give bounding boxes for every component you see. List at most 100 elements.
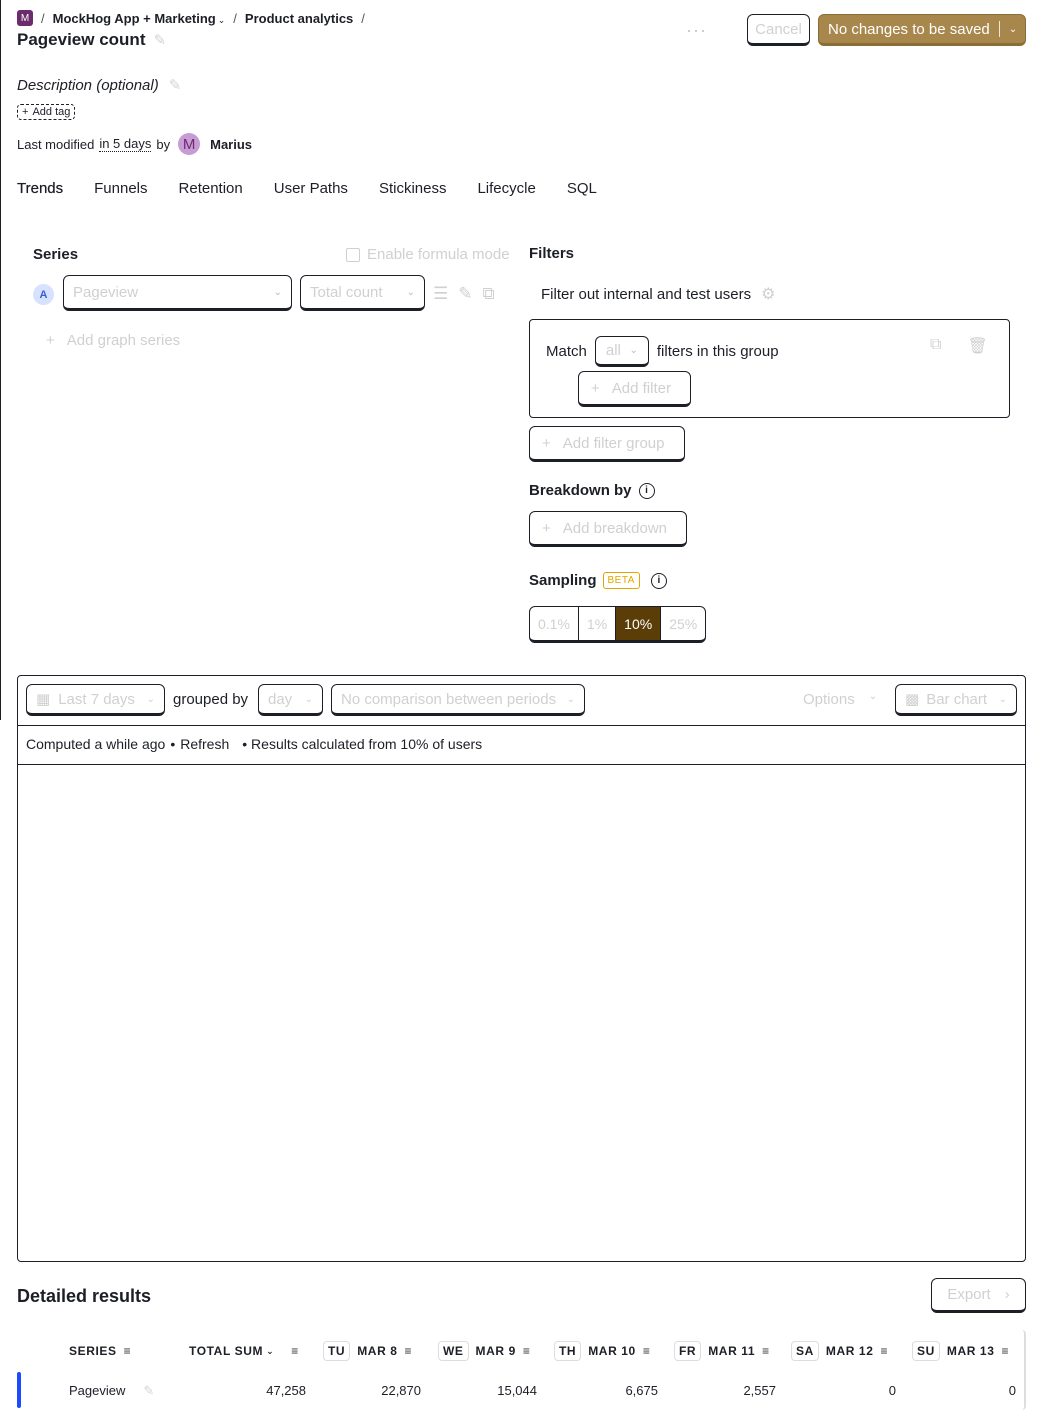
event-select[interactable]: Pageview ⌄ <box>63 275 292 311</box>
tab-retention[interactable]: Retention <box>179 180 243 197</box>
display-type-content: ▩ Bar chart <box>905 690 987 709</box>
filter-test-users[interactable]: Filter out internal and test users ⚙ <box>541 284 775 304</box>
date-range-select[interactable]: ▦ Last 7 days ⌄ <box>26 684 165 716</box>
sampling-option-1[interactable]: 1% <box>579 607 617 640</box>
filter-icon[interactable]: ☰ <box>433 284 448 304</box>
save-button[interactable]: No changes to be saved ⌄ <box>818 14 1026 46</box>
math-select[interactable]: Total count ⌄ <box>300 275 425 311</box>
trash-icon[interactable]: 🗑 <box>967 336 987 356</box>
breadcrumb-project[interactable]: MockHog App + Marketing ⌄ <box>53 11 226 26</box>
column-header-series[interactable]: SERIES ≡ <box>69 1343 131 1359</box>
gear-icon[interactable]: ⚙ <box>761 284 775 304</box>
column-header-day[interactable]: SU MAR 13 ≡ <box>912 1341 1010 1361</box>
sort-icon[interactable]: ≡ <box>405 1344 413 1358</box>
filter-test-users-label: Filter out internal and test users <box>541 285 752 303</box>
cell-value: 0 <box>888 1383 896 1398</box>
computed-status: Computed a while ago • Refresh • Results… <box>26 736 482 752</box>
add-filter-group-label: Add filter group <box>562 434 665 452</box>
column-header-day[interactable]: SA MAR 12 ≡ <box>791 1341 889 1361</box>
day-of-week: TH <box>554 1341 582 1361</box>
cell-value: 6,675 <box>625 1383 658 1398</box>
sampling-heading: Sampling BETA i <box>529 572 667 589</box>
pencil-icon[interactable]: ✎ <box>458 284 472 304</box>
day-of-week: SA <box>791 1341 819 1361</box>
sampling-note: • Results calculated from 10% of users <box>242 736 483 752</box>
pencil-icon[interactable]: ✎ <box>169 76 182 94</box>
match-select[interactable]: all ⌄ <box>594 336 649 367</box>
chevron-down-icon[interactable]: ⌄ <box>1009 24 1017 35</box>
sort-icon[interactable]: ≡ <box>881 1344 889 1358</box>
display-type-select[interactable]: ▩ Bar chart ⌄ <box>895 684 1017 716</box>
sampling-option-10[interactable]: 10% <box>616 607 662 640</box>
tab-funnels[interactable]: Funnels <box>94 180 147 197</box>
insight-title[interactable]: Pageview count <box>17 30 145 50</box>
add-filter-label: Add filter <box>611 379 671 397</box>
bullet: • <box>170 736 176 752</box>
modified-time: in 5 days <box>99 136 152 152</box>
add-tag-button[interactable]: + Add tag <box>17 104 76 120</box>
add-filter-group-button[interactable]: + Add filter group <box>529 426 685 462</box>
chevron-right-icon: › <box>1004 1286 1010 1303</box>
info-icon[interactable]: i <box>638 482 655 499</box>
chart-options-button[interactable]: Options ⌄ <box>803 691 877 708</box>
sort-icon[interactable]: ≡ <box>1002 1344 1010 1358</box>
duplicate-icon[interactable]: ⧉ <box>930 336 941 356</box>
sort-icon[interactable]: ≡ <box>124 1344 132 1358</box>
divider <box>17 725 1026 726</box>
plus-icon: + <box>22 106 29 118</box>
cancel-button[interactable]: Cancel <box>747 14 810 46</box>
plus-icon: + <box>542 434 551 452</box>
compare-select[interactable]: No comparison between periods ⌄ <box>331 684 585 716</box>
filter-group-actions: ⧉ 🗑 <box>930 336 988 356</box>
filters-heading: Filters <box>529 245 575 262</box>
chevron-down-icon: ⌄ <box>868 691 878 702</box>
column-header-day[interactable]: TH MAR 10 ≡ <box>554 1341 651 1361</box>
grouped-by-label: grouped by <box>173 691 249 708</box>
plus-icon: + <box>542 519 551 537</box>
series-heading: Series <box>33 246 79 263</box>
column-label: MAR 10 <box>588 1344 636 1358</box>
left-border <box>0 0 1 720</box>
tab-lifecycle[interactable]: Lifecycle <box>477 180 535 197</box>
chevron-down-icon: ⌄ <box>304 693 313 705</box>
export-button[interactable]: Export › <box>931 1278 1026 1313</box>
plus-icon: + <box>46 332 55 349</box>
column-label: MAR 11 <box>708 1344 756 1358</box>
sort-icon[interactable]: ≡ <box>523 1344 531 1358</box>
sort-icon[interactable]: ≡ <box>643 1344 651 1358</box>
duplicate-icon[interactable]: ⧉ <box>483 284 495 304</box>
formula-mode-toggle[interactable]: Enable formula mode <box>346 246 510 263</box>
add-breakdown-button[interactable]: + Add breakdown <box>529 511 687 547</box>
column-label: MAR 12 <box>825 1344 874 1358</box>
tab-sql[interactable]: SQL <box>567 180 597 197</box>
add-filter-button[interactable]: + Add filter <box>578 371 691 407</box>
tab-user-paths[interactable]: User Paths <box>274 180 348 197</box>
sort-icon[interactable]: ≡ <box>291 1344 299 1358</box>
page-title: Pageview count ✎ <box>17 30 166 50</box>
column-header-day[interactable]: TU MAR 8 ≡ <box>323 1341 413 1361</box>
export-label: Export <box>947 1286 991 1303</box>
pencil-icon[interactable]: ✎ <box>143 1383 154 1399</box>
info-icon[interactable]: i <box>650 572 667 589</box>
column-label: MAR 9 <box>475 1344 516 1358</box>
column-header-day[interactable]: WE MAR 9 ≡ <box>438 1341 531 1361</box>
breadcrumb-section[interactable]: Product analytics <box>245 11 353 26</box>
refresh-link[interactable]: Refresh <box>180 736 229 752</box>
sampling-option-25[interactable]: 25% <box>661 607 705 640</box>
more-options-icon[interactable]: ··· <box>686 20 707 41</box>
sampling-option-0-1[interactable]: 0.1% <box>530 607 579 640</box>
cell-value: 22,870 <box>381 1383 421 1398</box>
add-graph-series-button[interactable]: + Add graph series <box>46 332 180 349</box>
divider <box>17 764 1026 765</box>
column-header-total[interactable]: TOTAL SUM ⌄ ≡ <box>189 1343 299 1359</box>
description[interactable]: Description (optional) ✎ <box>17 76 182 95</box>
column-header-day[interactable]: FR MAR 11 ≡ <box>674 1341 770 1361</box>
interval-select[interactable]: day ⌄ <box>258 684 323 716</box>
tab-trends[interactable]: Trends <box>17 180 63 197</box>
day-of-week: WE <box>438 1341 469 1361</box>
math-select-value: Total count <box>310 283 383 301</box>
tab-stickiness[interactable]: Stickiness <box>379 180 447 197</box>
detailed-results-heading: Detailed results <box>17 1286 152 1306</box>
pencil-icon[interactable]: ✎ <box>153 31 166 49</box>
sort-icon[interactable]: ≡ <box>762 1344 770 1358</box>
